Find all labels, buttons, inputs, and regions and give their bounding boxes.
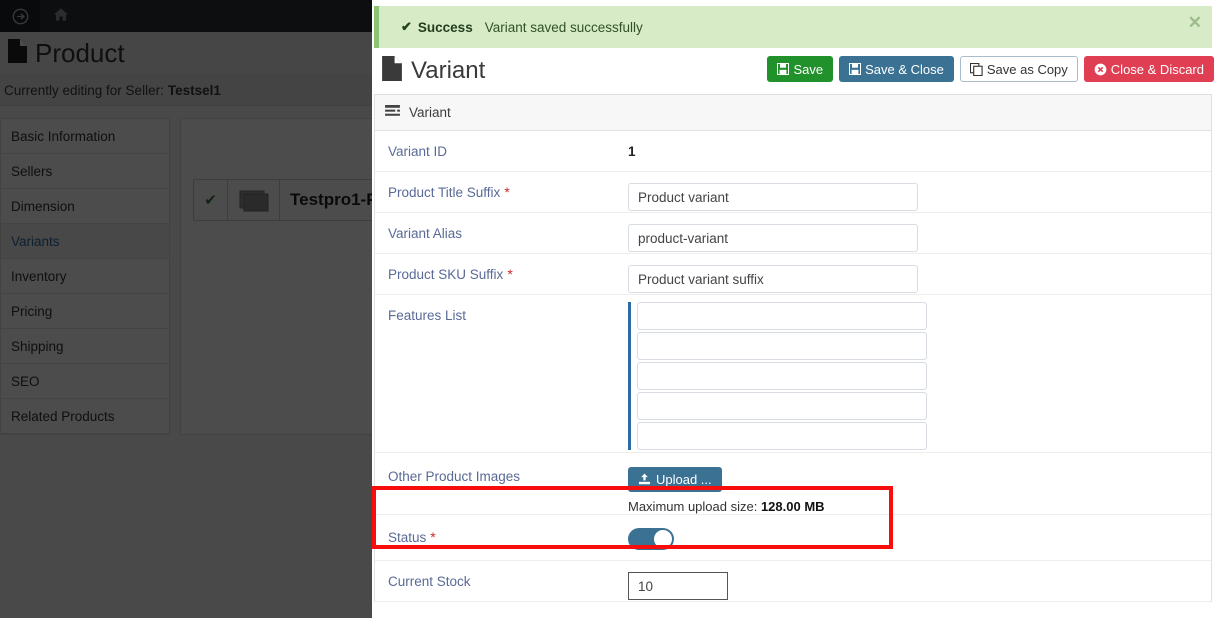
- field-row-variant-id: Variant ID 1: [375, 131, 1211, 172]
- variant-id-label: Variant ID: [388, 144, 448, 159]
- toggle-knob: [654, 530, 672, 548]
- upload-note-value: 128.00 MB: [760, 499, 825, 514]
- variant-id-value: 1: [628, 144, 636, 159]
- product-sku-suffix-input[interactable]: [628, 265, 918, 293]
- field-row-features-list: Features List: [375, 295, 1211, 453]
- label-text: Product Title Suffix: [388, 185, 501, 200]
- upload-note-prefix: Maximum upload size:: [628, 499, 758, 514]
- required-marker: *: [507, 266, 513, 282]
- upload-button[interactable]: Upload ...: [628, 467, 722, 492]
- save-as-copy-button-label: Save as Copy: [986, 61, 1068, 77]
- features-list-input-5[interactable]: [637, 422, 927, 450]
- close-and-discard-button[interactable]: Close & Discard: [1083, 56, 1214, 82]
- save-as-copy-button[interactable]: Save as Copy: [959, 56, 1078, 82]
- variant-modal: ✔ Success Variant saved successfully ✕ V…: [372, 0, 1214, 618]
- floppy-save-icon: [849, 63, 862, 75]
- required-marker: *: [504, 184, 510, 200]
- floppy-save-icon: [777, 63, 790, 75]
- save-button-label: Save: [793, 61, 824, 77]
- upload-icon: [638, 473, 651, 485]
- label-text: Status: [388, 530, 427, 545]
- features-list-input-3[interactable]: [637, 362, 927, 390]
- success-alert: ✔ Success Variant saved successfully ✕: [374, 6, 1212, 48]
- variant-alias-label: Variant Alias: [388, 226, 463, 241]
- label-text: Product SKU Suffix: [388, 267, 504, 282]
- upload-size-note: Maximum upload size: 128.00 MB: [628, 499, 1199, 514]
- field-row-product-title-suffix: Product Title Suffix *: [375, 172, 1211, 213]
- features-list-group: [628, 302, 1199, 450]
- status-label: Status *: [375, 528, 628, 547]
- list-rows-icon: [385, 104, 400, 121]
- alert-message: Variant saved successfully: [484, 19, 643, 35]
- close-icon[interactable]: ✕: [1188, 14, 1202, 31]
- field-row-product-sku-suffix: Product SKU Suffix *: [375, 254, 1211, 295]
- features-list-label: Features List: [388, 308, 467, 323]
- modal-action-buttons: Save Save & Close Save as Copy Close & D…: [767, 56, 1214, 82]
- field-row-other-product-images: Other Product Images Upload ... Maximum …: [375, 453, 1211, 515]
- features-list-input-1[interactable]: [637, 302, 927, 330]
- product-title-suffix-label: Product Title Suffix *: [375, 183, 628, 202]
- file-icon: [382, 56, 402, 86]
- current-stock-input[interactable]: [628, 572, 728, 600]
- required-marker: *: [430, 529, 436, 545]
- other-product-images-label: Other Product Images: [388, 469, 521, 484]
- panel-header-label: Variant: [409, 105, 451, 120]
- circle-x-icon: [1094, 63, 1107, 75]
- save-and-close-button-label: Save & Close: [865, 61, 944, 77]
- panel-header: Variant: [375, 95, 1211, 131]
- product-title-suffix-input[interactable]: [628, 183, 918, 211]
- current-stock-label: Current Stock: [388, 574, 471, 589]
- copy-icon: [969, 62, 983, 76]
- field-row-variant-alias: Variant Alias: [375, 213, 1211, 254]
- features-list-input-2[interactable]: [637, 332, 927, 360]
- features-list-input-4[interactable]: [637, 392, 927, 420]
- field-row-current-stock: Current Stock: [375, 561, 1211, 602]
- product-sku-suffix-label: Product SKU Suffix *: [375, 265, 628, 284]
- variant-form-panel: Variant Variant ID 1 Product Title Suffi…: [374, 94, 1212, 602]
- alert-title: Success: [417, 19, 473, 35]
- modal-title: Variant: [411, 57, 486, 84]
- upload-button-label: Upload ...: [656, 472, 712, 487]
- status-toggle[interactable]: [628, 528, 674, 550]
- check-icon: ✔: [401, 19, 412, 34]
- modal-header: Variant Save Save & Close Save as Copy C…: [372, 48, 1214, 94]
- field-row-status: Status *: [375, 515, 1211, 561]
- close-and-discard-button-label: Close & Discard: [1110, 61, 1204, 77]
- variant-alias-input[interactable]: [628, 224, 918, 252]
- save-and-close-button[interactable]: Save & Close: [839, 56, 954, 82]
- save-button[interactable]: Save: [767, 56, 834, 82]
